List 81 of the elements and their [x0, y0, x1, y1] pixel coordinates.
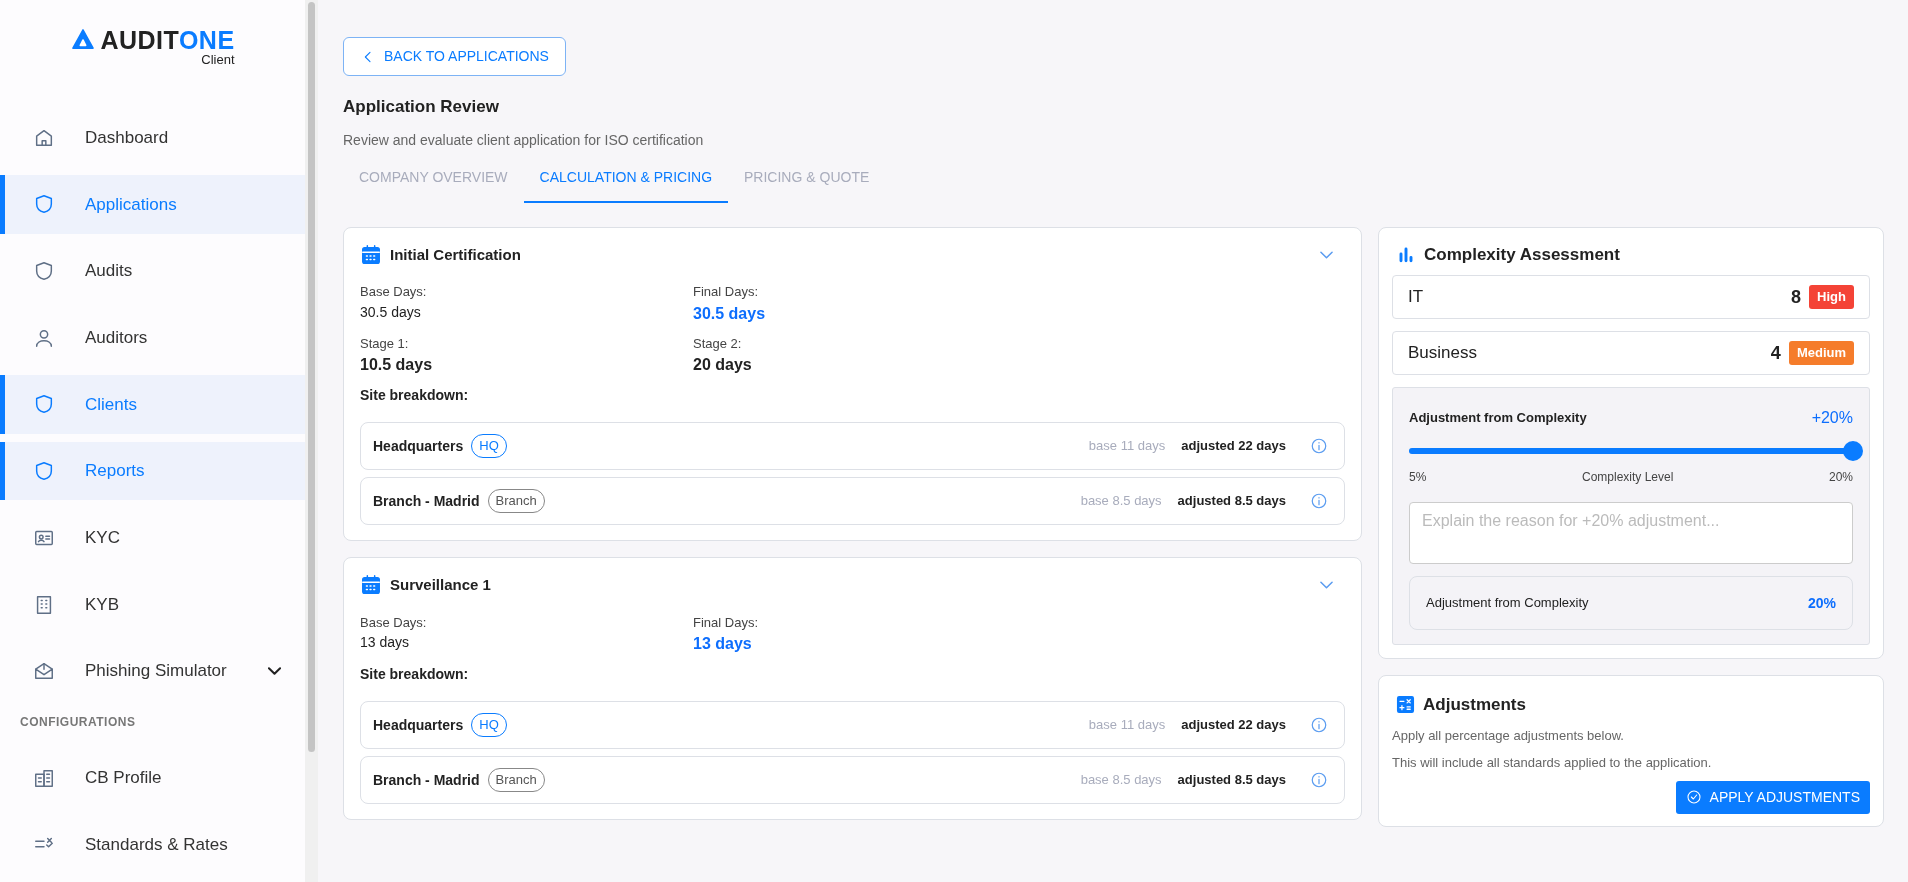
adjusted-days: adjusted 8.5 days — [1177, 770, 1286, 790]
slider-label: Complexity Level — [1581, 469, 1674, 486]
sidebar-item[interactable]: Reports — [0, 441, 305, 501]
logo-text: AUDITONE — [100, 28, 235, 53]
card-title: Initial Certification — [390, 244, 522, 265]
section-label: Site breakdown: — [360, 386, 470, 405]
sidebar-item[interactable]: Standards & Rates — [0, 815, 305, 874]
field-value: 13 days — [360, 633, 411, 652]
site-name: Headquarters — [373, 436, 464, 456]
calendar-icon — [360, 574, 382, 597]
complexity-label: IT — [1408, 286, 1425, 309]
field-label: Final Days: — [693, 283, 760, 301]
sidebar-item[interactable]: Clients — [0, 375, 305, 434]
sidebar-item[interactable]: Auditors — [0, 308, 305, 368]
page-subtitle: Review and evaluate client application for ISO certification — [343, 130, 705, 150]
shield-icon — [33, 260, 55, 282]
field-value: 20 days — [693, 355, 752, 375]
info-icon[interactable] — [1310, 492, 1328, 510]
section-label: Site breakdown: — [360, 665, 470, 684]
sidebar-item[interactable]: Phishing Simulator — [0, 641, 305, 701]
site-name: Headquarters — [373, 715, 464, 735]
field-value: 30.5 days — [360, 302, 422, 322]
calculator-icon — [1396, 695, 1415, 715]
base-days: base 8.5 days — [1080, 491, 1162, 511]
adjustment-value: +20% — [1811, 408, 1853, 428]
page-title: Application Review — [343, 96, 500, 118]
complexity-label: Business — [1408, 342, 1478, 365]
sidebar-item[interactable]: KYC — [0, 508, 305, 568]
base-days: base 11 days — [1088, 715, 1166, 735]
description-text: This will include all standards applied to the application. — [1392, 754, 1713, 772]
sidebar-item[interactable]: CB Profile — [0, 748, 305, 808]
field-label: Final Days: — [693, 613, 759, 632]
check-circle-icon — [1685, 789, 1702, 805]
field-label: Stage 2: — [693, 334, 743, 353]
shield-icon — [33, 460, 55, 483]
adjusted-days: adjusted 22 days — [1181, 436, 1286, 456]
back-button[interactable]: BACK TO APPLICATIONS — [343, 37, 566, 76]
apply-button[interactable]: APPLY ADJUSTMENTS — [1675, 780, 1870, 814]
site-name: Branch - Madrid — [373, 770, 480, 790]
triangle-logo-icon — [70, 28, 97, 50]
base-days: base 11 days — [1088, 436, 1166, 456]
card-title: Adjustments — [1423, 694, 1526, 716]
sidebar-item[interactable]: Audits — [0, 241, 305, 301]
tab[interactable]: CALCULATION & PRICING — [523, 154, 729, 203]
section-heading: CONFIGURATIONS — [19, 713, 137, 731]
level-badge: High — [1809, 285, 1854, 309]
calendar-icon — [360, 243, 382, 266]
logo-subtitle: Client — [201, 53, 235, 66]
card-title: Complexity Assessment — [1424, 243, 1620, 266]
shield-icon — [33, 393, 55, 416]
adjustment-title: Adjustment from Complexity — [1409, 409, 1587, 428]
field-label: Base Days: — [360, 283, 428, 301]
description-text: Apply all percentage adjustments below. — [1392, 726, 1625, 745]
sidebar-item[interactable]: Applications — [0, 174, 305, 234]
sidebar-item[interactable]: KYB — [0, 575, 305, 634]
adjusted-days: adjusted 8.5 days — [1177, 491, 1286, 511]
info-icon[interactable] — [1310, 771, 1328, 789]
site-name: Branch - Madrid — [373, 491, 480, 511]
slider-thumb[interactable] — [1843, 441, 1863, 461]
field-value: 30.5 days — [693, 303, 766, 324]
card-title: Surveillance 1 — [390, 575, 492, 595]
summary-value: 20% — [1807, 593, 1836, 613]
info-icon[interactable] — [1310, 716, 1328, 734]
shield-icon — [33, 193, 55, 216]
slider-label: 5% — [1409, 469, 1427, 486]
chevron-down-icon[interactable] — [1320, 581, 1333, 590]
slider-label: 20% — [1828, 469, 1853, 486]
field-label: Stage 1: — [360, 334, 410, 353]
chevron-down-icon[interactable] — [1320, 250, 1333, 259]
field-value: 10.5 days — [360, 355, 434, 375]
adjusted-days: adjusted 22 days — [1181, 715, 1286, 735]
complexity-score: 8 — [1791, 285, 1802, 309]
base-days: base 8.5 days — [1080, 770, 1162, 790]
field-value: 13 days — [693, 634, 753, 654]
level-badge: Medium — [1788, 341, 1854, 365]
summary-label: Adjustment from Complexity — [1426, 594, 1589, 613]
reason-field[interactable]: Explain the reason for +20% adjustment... — [1409, 502, 1853, 564]
info-icon[interactable] — [1310, 437, 1328, 455]
complexity-score: 4 — [1770, 341, 1781, 365]
field-label: Base Days: — [360, 613, 428, 632]
sidebar-item[interactable]: Dashboard — [0, 108, 305, 167]
